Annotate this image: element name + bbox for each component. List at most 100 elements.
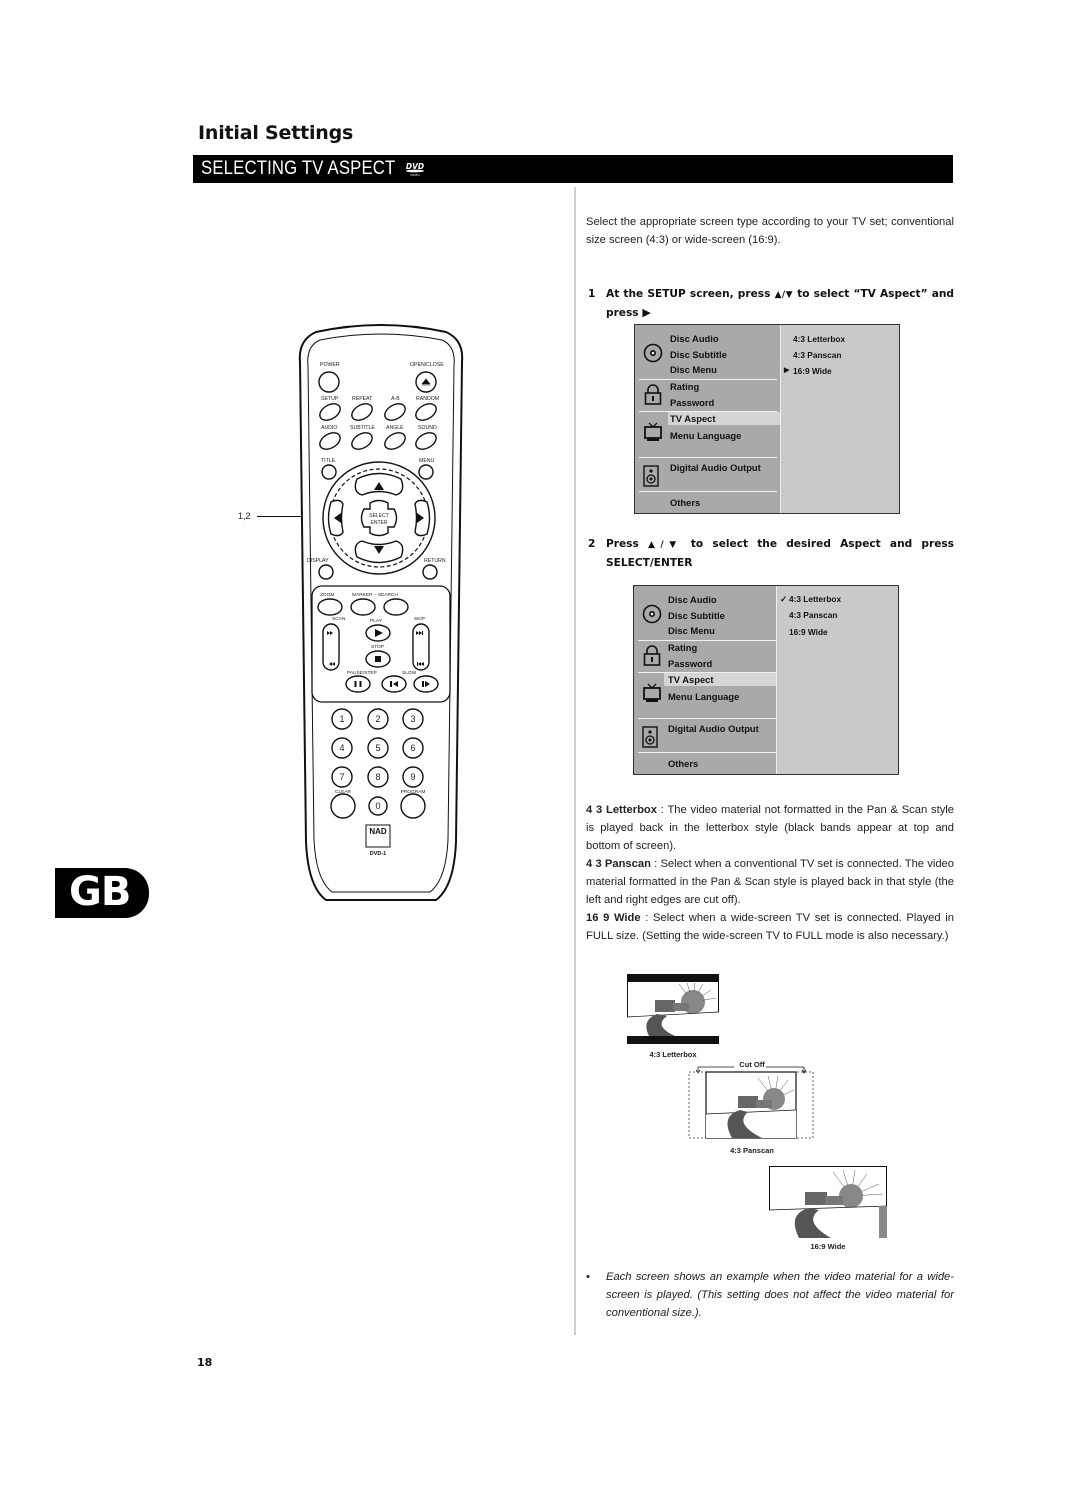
clear-button[interactable] (330, 793, 356, 819)
intro-paragraph: Select the appropriate screen type accor… (586, 216, 954, 246)
svg-text:8: 8 (375, 772, 380, 782)
label-pause-step: PAUSE/STEP (347, 670, 377, 676)
menu-item-menu-language[interactable]: Menu Language (668, 691, 739, 702)
svg-text:9: 9 (410, 772, 415, 782)
banner-title: SELECTING TV ASPECT (201, 158, 396, 179)
label-stop: STOP (371, 644, 384, 650)
label-angle: ANGLE (386, 425, 404, 431)
menu-item-menu-language[interactable]: Menu Language (670, 430, 741, 441)
menu-item-disc-audio[interactable]: Disc Audio (668, 594, 717, 605)
zoom-button[interactable] (317, 598, 343, 616)
return-button[interactable] (422, 564, 438, 580)
menu-item-password[interactable]: Password (668, 658, 712, 669)
label-open-close: OPEN/CLOSE (410, 362, 444, 368)
menu-category-panel: Disc Audio Disc Subtitle Disc Menu Ratin… (634, 586, 777, 774)
menu-item-disc-menu[interactable]: Disc Menu (668, 625, 715, 636)
option-16-9-wide[interactable]: 16:9 Wide (789, 627, 828, 637)
display-button[interactable] (318, 564, 334, 580)
up-down-arrow-icon: ▲/▼ (648, 540, 682, 550)
step-instruction: Press ▲/▼ to select the desired Aspect a… (606, 538, 954, 569)
menu-item-password[interactable]: Password (670, 397, 714, 408)
up-down-arrow-icon: ▲/▼ (774, 290, 794, 300)
menu-separator (638, 752, 776, 753)
menu-item-others[interactable]: Others (668, 758, 698, 769)
wide-caption: 16:9 Wide (810, 1242, 846, 1251)
menu-item-tv-aspect[interactable]: TV Aspect (668, 674, 714, 685)
marker-button[interactable] (350, 598, 376, 616)
setup-menu-screen-1: Disc Audio Disc Subtitle Disc Menu Ratin… (634, 324, 900, 514)
label-clear: CLEAR (335, 789, 352, 795)
option-4-3-panscan[interactable]: 4:3 Panscan (789, 610, 837, 620)
menu-item-disc-subtitle[interactable]: Disc Subtitle (670, 349, 727, 360)
label-menu: MENU (419, 458, 435, 464)
label-select: SELECT (369, 513, 388, 519)
label-play: PLAY (370, 618, 383, 624)
program-button[interactable] (400, 793, 426, 819)
title-button[interactable] (321, 464, 337, 480)
menu-item-digital-audio-output[interactable]: Digital Audio Output (670, 462, 761, 473)
option-16-9-wide[interactable]: 16:9 Wide (793, 366, 832, 376)
menu-options-panel: ✓ 4:3 Letterbox 4:3 Panscan 16:9 Wide (776, 586, 898, 774)
step-instruction: At the SETUP screen, press ▲/▼ to select… (606, 288, 954, 319)
description-wide: 16 9 Wide : Select when a wide-screen TV… (586, 912, 954, 942)
dvd-video-logo-icon: DVD VIDEO (406, 162, 424, 177)
pause-icon (354, 681, 357, 687)
column-divider (574, 187, 576, 1335)
label-audio: AUDIO (321, 425, 337, 431)
menu-item-others[interactable]: Others (670, 497, 700, 508)
label-setup: SETUP (321, 396, 339, 402)
menu-separator (638, 640, 776, 641)
menu-item-tv-aspect[interactable]: TV Aspect (670, 413, 716, 424)
option-4-3-letterbox[interactable]: 4:3 Letterbox (789, 594, 841, 604)
stop-icon (375, 656, 381, 662)
label-zoom: ZOOM (320, 592, 334, 598)
description-letterbox: 4 3 Letterbox : The video material not f… (586, 804, 954, 852)
power-button[interactable] (318, 371, 340, 393)
search-button[interactable] (383, 598, 409, 616)
svg-text:0: 0 (375, 801, 380, 811)
bullet-icon: • (586, 1271, 590, 1283)
svg-text:3: 3 (410, 714, 415, 724)
section-banner: SELECTING TV ASPECT DVD VIDEO (193, 155, 953, 183)
label-subtitle: SUBTITLE (350, 425, 375, 431)
label-sound: SOUND (418, 425, 437, 431)
callout-label: 1,2 (238, 511, 251, 521)
section-title: Initial Settings (198, 122, 354, 144)
aspect-descriptions: 4 3 Letterbox : The video material not f… (586, 801, 954, 945)
label-scan: SCAN (332, 616, 346, 622)
step-2: 2 Press ▲/▼ to select the desired Aspect… (588, 535, 954, 575)
svg-text:4: 4 (339, 743, 344, 753)
select-enter-label: SELECT/ENTER (606, 557, 693, 569)
menu-separator (639, 491, 777, 492)
panscan-illustration (688, 1066, 814, 1139)
svg-text:2: 2 (375, 714, 380, 724)
option-4-3-panscan[interactable]: 4:3 Panscan (793, 350, 841, 360)
label-display: DISPLAY (307, 558, 329, 564)
note-paragraph: • Each screen shows an example when the … (586, 1268, 954, 1322)
menu-item-disc-audio[interactable]: Disc Audio (670, 333, 719, 344)
menu-item-disc-subtitle[interactable]: Disc Subtitle (668, 610, 725, 621)
menu-item-disc-menu[interactable]: Disc Menu (670, 364, 717, 375)
option-4-3-letterbox[interactable]: 4:3 Letterbox (793, 334, 845, 344)
speaker-icon (643, 465, 659, 487)
brand-label: NAD (369, 827, 387, 836)
menu-item-digital-audio-output[interactable]: Digital Audio Output (668, 723, 759, 734)
svg-text:7: 7 (339, 772, 344, 782)
label-enter: ENTER (371, 520, 388, 526)
wide-illustration (769, 1166, 887, 1238)
remote-control-illustration: POWER OPEN/CLOSE SETUP REPEAT A-B RANDOM… (298, 324, 464, 901)
step-number: 2 (588, 538, 596, 550)
menu-button[interactable] (418, 464, 434, 480)
disc-icon (643, 343, 663, 363)
pause-step-button[interactable] (345, 675, 371, 693)
label-ab: A-B (391, 396, 400, 402)
menu-item-rating[interactable]: Rating (668, 642, 697, 653)
step-number: 1 (588, 288, 596, 300)
page-number: 18 (197, 1356, 213, 1369)
checkmark-icon: ✓ (780, 594, 787, 604)
lock-icon (644, 384, 662, 405)
label-title: TITLE (321, 458, 336, 464)
menu-category-panel: Disc Audio Disc Subtitle Disc Menu Ratin… (635, 325, 781, 513)
menu-item-rating[interactable]: Rating (670, 381, 699, 392)
speaker-icon (642, 726, 658, 748)
